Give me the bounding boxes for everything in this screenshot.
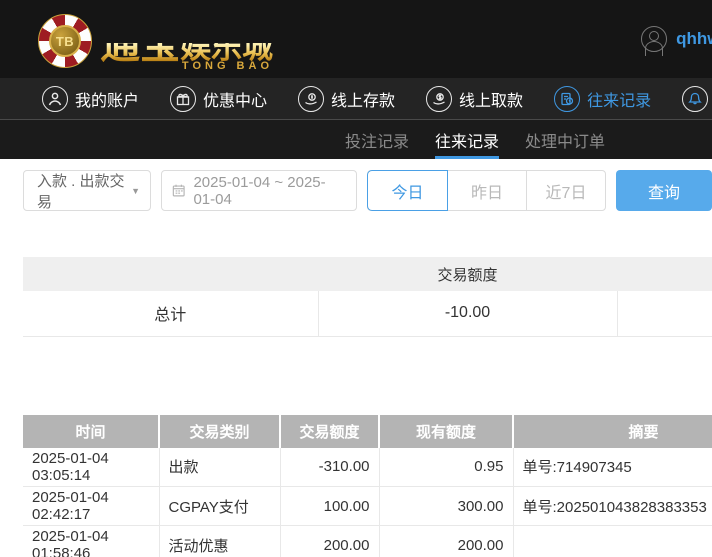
cell-type: CGPAY支付 bbox=[159, 486, 281, 526]
cell-balance: 200.00 bbox=[379, 525, 514, 557]
sub-nav: 投注记录 往来记录 处理中订单 bbox=[0, 120, 712, 159]
poker-chip-icon: TB bbox=[38, 14, 92, 68]
summary-total-row: 总计 -10.00 bbox=[23, 291, 712, 337]
user-area[interactable]: qhhw2 bbox=[641, 0, 712, 78]
top-header: TB 通宝娱乐城 TONG BAO qhhw2 bbox=[0, 0, 712, 78]
hand-coin-icon bbox=[298, 85, 325, 112]
cell-balance: 300.00 bbox=[379, 486, 514, 526]
summary-header-empty bbox=[617, 257, 712, 291]
cell-type: 出款 bbox=[159, 447, 281, 487]
nav-item-my-account[interactable]: 我的账户 bbox=[42, 85, 140, 112]
tab-transaction-records[interactable]: 往来记录 bbox=[435, 120, 500, 159]
person-icon bbox=[42, 85, 68, 112]
nav-label: 我的账户 bbox=[75, 92, 140, 110]
summary-header-empty bbox=[23, 257, 318, 291]
cell-balance: 0.95 bbox=[379, 447, 514, 487]
nav-item-deposit[interactable]: 线上存款 bbox=[298, 85, 396, 112]
nav-label: 往来记录 bbox=[587, 92, 652, 110]
nav-label: 优惠中心 bbox=[203, 92, 268, 110]
summary-header-amount: 交易额度 bbox=[318, 257, 617, 291]
clipboard-clock-icon bbox=[554, 85, 581, 112]
cell-time: 2025-01-04 03:05:14 bbox=[23, 447, 160, 487]
gift-icon bbox=[170, 85, 197, 112]
tab-betting-records[interactable]: 投注记录 bbox=[345, 120, 409, 159]
table-header-row: 时间 交易类别 交易额度 现有额度 摘要 bbox=[23, 414, 712, 448]
summary-empty-cell bbox=[617, 291, 712, 337]
today-button[interactable]: 今日 bbox=[368, 171, 447, 210]
logo-title-en: TONG BAO bbox=[181, 60, 273, 72]
nav-item-messages[interactable]: 信 bbox=[682, 85, 712, 112]
nav-label: 线上取款 bbox=[459, 92, 524, 110]
chip-tb-label: TB bbox=[49, 25, 81, 57]
table-row: 2025-01-04 02:42:17 CGPAY支付 100.00 300.0… bbox=[23, 486, 712, 526]
chevron-down-icon: ▼ bbox=[131, 185, 141, 196]
summary-total-amount: -10.00 bbox=[318, 291, 618, 337]
table-row: 2025-01-04 01:58:46 活动优惠 200.00 200.00 bbox=[23, 525, 712, 557]
summary-table: 交易额度 总计 -10.00 bbox=[23, 257, 712, 337]
logo-text: 通宝娱乐城 TONG BAO bbox=[100, 12, 273, 72]
summary-header-row: 交易额度 bbox=[23, 257, 712, 291]
username: qhhw2 bbox=[676, 29, 712, 48]
bell-icon bbox=[682, 85, 709, 112]
calendar-icon bbox=[172, 184, 185, 197]
col-time: 时间 bbox=[23, 414, 160, 448]
cell-summary: 单号:202501043828383353 bbox=[513, 486, 712, 526]
tab-processing-orders[interactable]: 处理中订单 bbox=[525, 120, 605, 159]
transactions-table: 时间 交易类别 交易额度 现有额度 摘要 2025-01-04 03:05:14… bbox=[23, 414, 712, 557]
cell-time: 2025-01-04 01:58:46 bbox=[23, 525, 160, 557]
nav-item-records[interactable]: 往来记录 bbox=[554, 85, 652, 112]
cell-amount: 200.00 bbox=[280, 525, 380, 557]
yesterday-button[interactable]: 昨日 bbox=[447, 171, 526, 210]
col-type: 交易类别 bbox=[159, 414, 281, 448]
table-row: 2025-01-04 03:05:14 出款 -310.00 0.95 单号:7… bbox=[23, 447, 712, 487]
quick-date-button-group: 今日 昨日 近7日 bbox=[367, 170, 606, 211]
nav-label: 线上存款 bbox=[331, 92, 396, 110]
nav-item-withdraw[interactable]: 线上取款 bbox=[426, 85, 524, 112]
cell-summary bbox=[513, 525, 712, 557]
main-nav: 我的账户 优惠中心 线上存款 线上取款 往来记录 bbox=[0, 78, 712, 120]
cell-amount: -310.00 bbox=[280, 447, 380, 487]
cell-summary: 单号:714907345 bbox=[513, 447, 712, 487]
col-summary: 摘要 bbox=[513, 414, 712, 448]
cell-type: 活动优惠 bbox=[159, 525, 281, 557]
col-amount: 交易额度 bbox=[280, 414, 380, 448]
user-avatar-icon bbox=[641, 26, 668, 56]
col-balance: 现有额度 bbox=[379, 414, 514, 448]
filter-row: 入款 . 出款交易 ▼ 2025-01-04 ~ 2025-01-04 今日 昨… bbox=[23, 170, 712, 211]
date-range-input[interactable]: 2025-01-04 ~ 2025-01-04 bbox=[161, 170, 357, 211]
transaction-type-select[interactable]: 入款 . 出款交易 ▼ bbox=[23, 170, 152, 211]
nav-item-promotions[interactable]: 优惠中心 bbox=[170, 85, 268, 112]
hand-dollar-icon bbox=[426, 85, 453, 112]
select-value: 入款 . 出款交易 bbox=[37, 172, 125, 211]
last7days-button[interactable]: 近7日 bbox=[526, 171, 605, 210]
cell-amount: 100.00 bbox=[280, 486, 380, 526]
search-button[interactable]: 查询 bbox=[616, 170, 712, 211]
date-range-value: 2025-01-04 ~ 2025-01-04 bbox=[193, 173, 326, 208]
summary-total-label: 总计 bbox=[23, 291, 319, 337]
cell-time: 2025-01-04 02:42:17 bbox=[23, 486, 160, 526]
site-logo[interactable]: TB 通宝娱乐城 TONG BAO bbox=[38, 12, 273, 72]
